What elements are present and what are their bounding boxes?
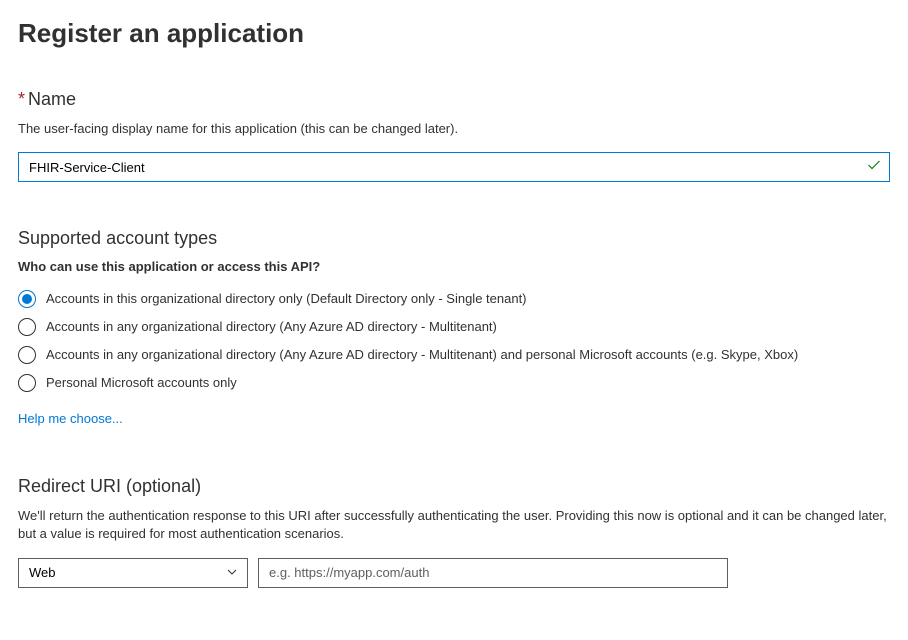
radio-icon xyxy=(18,318,36,336)
name-description: The user-facing display name for this ap… xyxy=(18,120,890,138)
name-section-label: *Name xyxy=(18,89,890,110)
required-asterisk: * xyxy=(18,89,25,109)
radio-option-multitenant[interactable]: Accounts in any organizational directory… xyxy=(18,318,890,336)
platform-select[interactable]: Web xyxy=(18,558,248,588)
page-title: Register an application xyxy=(18,18,890,49)
account-types-question: Who can use this application or access t… xyxy=(18,259,890,274)
redirect-uri-heading: Redirect URI (optional) xyxy=(18,476,890,497)
redirect-uri-description: We'll return the authentication response… xyxy=(18,507,890,543)
radio-icon xyxy=(18,346,36,364)
radio-option-personal-only[interactable]: Personal Microsoft accounts only xyxy=(18,374,890,392)
radio-option-single-tenant[interactable]: Accounts in this organizational director… xyxy=(18,290,890,308)
help-me-choose-link[interactable]: Help me choose... xyxy=(18,411,123,426)
radio-icon xyxy=(18,374,36,392)
radio-label: Accounts in any organizational directory… xyxy=(46,319,497,335)
name-label-text: Name xyxy=(28,89,76,109)
radio-label: Accounts in any organizational directory… xyxy=(46,347,798,363)
account-types-heading: Supported account types xyxy=(18,228,890,249)
name-input-wrap xyxy=(18,152,890,182)
redirect-uri-row: Web xyxy=(18,558,890,588)
radio-label: Accounts in this organizational director… xyxy=(46,291,527,307)
platform-select-wrap: Web xyxy=(18,558,248,588)
account-types-radio-group: Accounts in this organizational director… xyxy=(18,290,890,392)
name-input[interactable] xyxy=(18,152,890,182)
radio-icon xyxy=(18,290,36,308)
redirect-uri-input[interactable] xyxy=(258,558,728,588)
radio-label: Personal Microsoft accounts only xyxy=(46,375,237,391)
radio-option-multitenant-personal[interactable]: Accounts in any organizational directory… xyxy=(18,346,890,364)
